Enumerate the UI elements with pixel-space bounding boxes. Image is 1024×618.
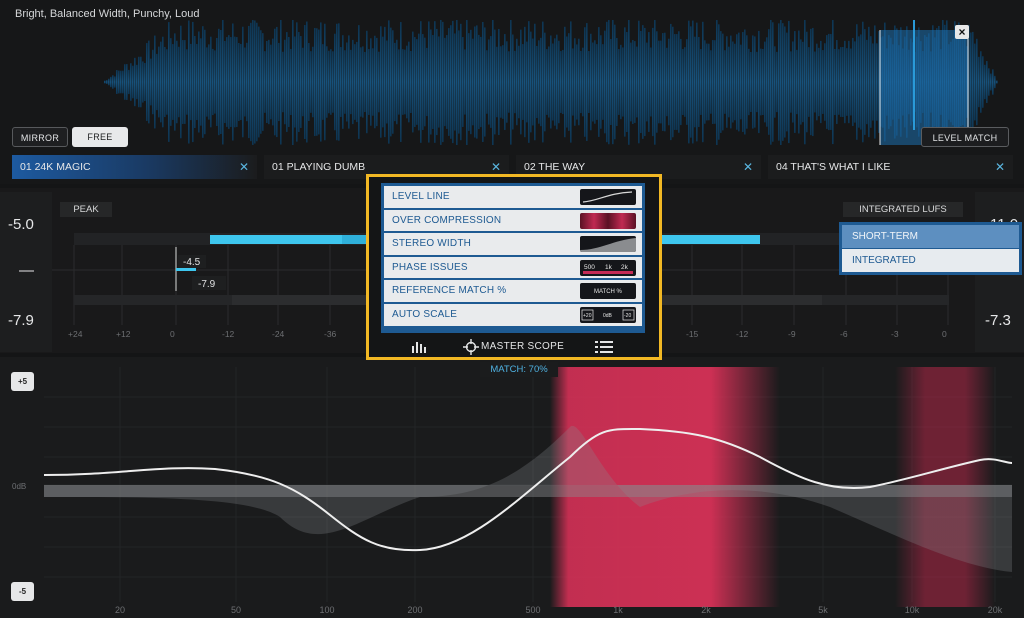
close-icon[interactable]: ✕: [743, 155, 753, 179]
peak-label: PEAK: [60, 202, 112, 217]
option-label: STEREO WIDTH: [392, 238, 472, 249]
meter-scale-tick: 0: [942, 329, 947, 339]
lufs-mode-label[interactable]: INTEGRATED LUFS: [843, 202, 963, 217]
meter-scale-tick: +12: [116, 329, 131, 339]
mirror-button[interactable]: MIRROR: [12, 127, 68, 147]
peak-marker-value-2: -7.9: [198, 279, 216, 290]
meter-scale-tick: -12: [222, 329, 235, 339]
over-compression-thumbnail: [580, 212, 636, 229]
peak-value-bottom: -7.9: [8, 312, 34, 329]
free-button[interactable]: FREE: [72, 127, 128, 147]
frequency-label: 10k: [905, 605, 920, 615]
peak-marker-value: -4.5: [183, 257, 201, 268]
list-menu-icon[interactable]: [595, 341, 613, 353]
close-icon[interactable]: ✕: [995, 155, 1005, 179]
phase-issues-thumbnail: 500 1k 2k: [580, 259, 636, 276]
peak-value-top: -5.0: [8, 216, 34, 233]
readout-divider: —: [19, 262, 34, 279]
svg-text:2k: 2k: [621, 264, 629, 271]
option-stereo-width[interactable]: STEREO WIDTH: [384, 233, 642, 256]
meter-scale-tick: -6: [840, 329, 848, 339]
track-tab-4[interactable]: 04 THAT'S WHAT I LIKE ✕: [768, 155, 1013, 179]
close-icon[interactable]: ✕: [239, 155, 249, 179]
reference-match-thumbnail: MATCH %: [580, 283, 636, 299]
meter-scale-tick: 0: [170, 329, 175, 339]
dropdown-item-integrated[interactable]: INTEGRATED: [842, 249, 1019, 272]
close-selection-icon[interactable]: ×: [955, 25, 969, 39]
meter-scale-tick: -9: [788, 329, 796, 339]
frequency-label: 50: [231, 605, 241, 615]
level-line-thumbnail: [580, 189, 636, 205]
meter-scale-tick: -3: [891, 329, 899, 339]
zero-db-label: 0dB: [12, 482, 26, 491]
lufs-mode-dropdown[interactable]: SHORT-TERM INTEGRATED: [839, 222, 1022, 275]
option-label: REFERENCE MATCH %: [392, 285, 507, 296]
meter-scale-tick: +24: [68, 329, 83, 339]
svg-text:MATCH %: MATCH %: [594, 289, 623, 295]
track-tab-label: 01 PLAYING DUMB: [272, 161, 366, 173]
option-auto-scale[interactable]: AUTO SCALE +20 0dB -20: [384, 303, 642, 326]
option-reference-match[interactable]: REFERENCE MATCH % MATCH %: [384, 280, 642, 303]
auto-scale-thumbnail: +20 0dB -20: [580, 306, 636, 323]
option-label: OVER COMPRESSION: [392, 214, 502, 226]
frequency-label: 200: [407, 605, 422, 615]
frequency-label: 100: [319, 605, 334, 615]
track-tab-1[interactable]: 01 24K MAGIC ✕: [12, 155, 257, 179]
frequency-label: 2k: [701, 605, 711, 615]
master-scope-options[interactable]: LEVEL LINE OVER COMPRESSION STEREO WIDTH…: [381, 183, 645, 333]
eq-curve-display[interactable]: 20 50 100 200 500 1k 2k 5k 10k 20k 0dB: [0, 357, 1024, 618]
level-match-button[interactable]: LEVEL MATCH: [921, 127, 1009, 147]
option-level-line[interactable]: LEVEL LINE: [384, 186, 642, 209]
track-tab-label: 02 THE WAY: [524, 161, 586, 173]
master-scope-popup[interactable]: LEVEL LINE OVER COMPRESSION STEREO WIDTH…: [366, 174, 662, 360]
stereo-width-thumbnail: [580, 236, 636, 252]
track-tab-label: 04 THAT'S WHAT I LIKE: [776, 161, 891, 173]
meter-scale-tick: -36: [324, 329, 337, 339]
scale-down-button[interactable]: -5: [11, 582, 34, 601]
scope-target-icon: [463, 339, 479, 355]
svg-text:1k: 1k: [605, 264, 613, 271]
frequency-label: 20: [115, 605, 125, 615]
svg-text:0dB: 0dB: [603, 313, 613, 319]
meter-scale-tick: -12: [736, 329, 749, 339]
track-tab-label: 01 24K MAGIC: [20, 161, 91, 173]
meter-scale-tick: -24: [272, 329, 285, 339]
waveform-bars: [104, 20, 998, 145]
dropdown-item-short-term[interactable]: SHORT-TERM: [842, 225, 1019, 248]
frequency-label: 1k: [613, 605, 623, 615]
option-over-compression[interactable]: OVER COMPRESSION: [384, 209, 642, 232]
master-scope-bar: MASTER SCOPE: [385, 337, 645, 357]
stereo-width-shade: [44, 425, 1012, 572]
bar-chart-icon[interactable]: [411, 340, 427, 354]
svg-text:500: 500: [584, 264, 595, 271]
frequency-label: 5k: [818, 605, 828, 615]
option-phase-issues[interactable]: PHASE ISSUES 500 1k 2k: [384, 256, 642, 279]
peak-readout: -5.0 — -7.9: [0, 192, 52, 352]
scale-up-button[interactable]: +5: [11, 372, 34, 391]
svg-text:-20: -20: [624, 313, 631, 319]
svg-text:+20: +20: [583, 313, 592, 319]
frequency-label: 20k: [988, 605, 1003, 615]
meter-scale-tick: -15: [686, 329, 699, 339]
match-percentage: MATCH: 70%: [480, 362, 558, 377]
tonal-tags: Bright, Balanced Width, Punchy, Loud: [15, 8, 200, 20]
option-label: PHASE ISSUES: [392, 261, 468, 273]
option-label: LEVEL LINE: [392, 191, 450, 202]
option-label: AUTO SCALE: [392, 308, 458, 320]
frequency-label: 500: [525, 605, 540, 615]
lufs-value-bottom: -7.3: [985, 312, 1011, 329]
master-scope-title: MASTER SCOPE: [481, 341, 565, 352]
reference-waveform[interactable]: [12, 20, 1002, 145]
